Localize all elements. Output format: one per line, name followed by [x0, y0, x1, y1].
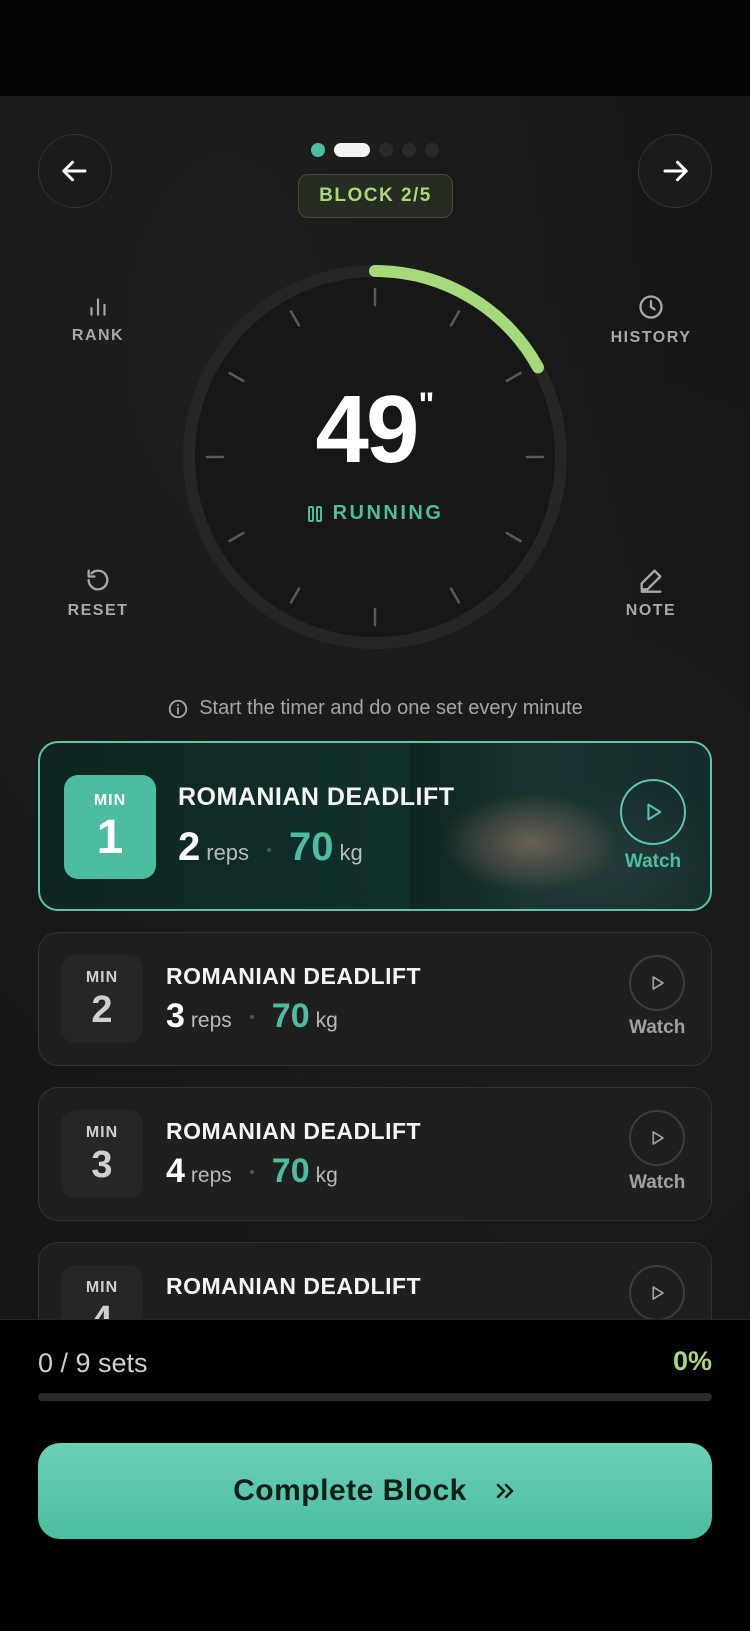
footer: 0 / 9 sets 0% Complete Block	[0, 1319, 750, 1631]
history-label: HISTORY	[610, 329, 692, 346]
minute-label: MIN	[85, 969, 119, 986]
weight-unit: kg	[339, 840, 363, 865]
double-chevron-right-icon	[496, 1483, 514, 1499]
timer-value: 49"	[180, 382, 570, 478]
arrow-left-icon	[62, 160, 87, 182]
minute-number: 2	[91, 989, 113, 1031]
reps-value: 2	[178, 825, 201, 869]
timer-status: RUNNING	[180, 502, 570, 525]
complete-block-label: Complete Block	[233, 1474, 467, 1507]
minute-badge: MIN 1	[64, 775, 156, 879]
exercise-name: ROMANIAN DEADLIFT	[166, 963, 422, 989]
set-card-active[interactable]: MIN 1 ROMANIAN DEADLIFT 2 reps 70 kg Wat…	[38, 741, 712, 911]
weight-value: 70	[271, 1152, 310, 1190]
reps-value: 4	[166, 1152, 185, 1190]
minute-badge: MIN 2	[61, 955, 143, 1043]
pencil-icon	[640, 569, 662, 593]
weight-unit: kg	[315, 1009, 338, 1032]
arrow-right-icon	[663, 160, 688, 182]
reset-icon	[87, 569, 109, 591]
play-button[interactable]	[620, 779, 686, 845]
note-label: NOTE	[625, 602, 677, 619]
reset-label: RESET	[67, 602, 129, 619]
play-icon	[647, 803, 662, 821]
pause-icon	[307, 505, 322, 522]
minute-number: 3	[91, 1144, 113, 1186]
timer-seconds: 49	[315, 376, 420, 483]
progress-percent: 0%	[672, 1346, 712, 1376]
timer-hint-text: Start the timer and do one set every min…	[199, 697, 583, 719]
timer-dial[interactable]: 49" RUNNING	[180, 262, 570, 652]
watch-video-button[interactable]: Watch	[620, 779, 686, 873]
pagination-dot	[402, 143, 416, 157]
exercise-name: ROMANIAN DEADLIFT	[166, 1118, 422, 1144]
set-stats: 2 reps 70 kg	[178, 825, 363, 870]
minute-label: MIN	[85, 1124, 119, 1141]
pagination-dot	[334, 143, 370, 157]
watch-video-button[interactable]	[629, 1265, 685, 1321]
bar-chart-icon	[90, 298, 106, 316]
history-button[interactable]: HISTORY	[596, 293, 706, 347]
reps-unit: reps	[206, 840, 250, 865]
minute-badge: MIN 3	[61, 1110, 143, 1198]
reps-value: 3	[166, 997, 185, 1035]
reps-unit: reps	[190, 1009, 232, 1032]
play-button[interactable]	[629, 1110, 686, 1166]
timer-hint: Start the timer and do one set every min…	[0, 697, 750, 720]
progress-bar	[38, 1393, 712, 1401]
set-stats: 3 reps 70 kg	[166, 997, 338, 1036]
play-icon	[652, 1286, 664, 1300]
reset-button[interactable]: RESET	[43, 566, 153, 620]
watch-video-button[interactable]: Watch	[629, 955, 685, 1039]
watch-label: Watch	[629, 1172, 686, 1193]
play-button[interactable]	[629, 1265, 685, 1321]
rank-label: RANK	[71, 327, 125, 344]
weight-value: 70	[289, 825, 334, 869]
minute-number: 1	[96, 811, 124, 864]
clock-icon	[639, 295, 663, 319]
set-stats: 4 reps 70 kg	[166, 1152, 338, 1191]
pagination-dot	[311, 143, 325, 157]
minute-label: MIN	[93, 792, 127, 809]
timer-unit: "	[418, 386, 435, 424]
info-icon	[169, 699, 188, 718]
watch-video-button[interactable]: Watch	[629, 1110, 685, 1194]
play-button[interactable]	[629, 955, 686, 1011]
status-bar	[0, 0, 750, 96]
rank-button[interactable]: RANK	[43, 293, 153, 345]
block-badge: BLOCK 2/5	[298, 174, 453, 218]
block-pagination-dots	[0, 143, 750, 157]
timer-status-label: RUNNING	[332, 502, 444, 524]
exercise-name: ROMANIAN DEADLIFT	[166, 1273, 422, 1299]
separator-dot	[249, 1015, 254, 1019]
weight-unit: kg	[315, 1164, 338, 1187]
pagination-dot	[379, 143, 393, 157]
exercise-name: ROMANIAN DEADLIFT	[178, 783, 455, 811]
weight-value: 70	[271, 997, 310, 1035]
set-card[interactable]: MIN 2 ROMANIAN DEADLIFT 3 reps 70 kg Wat…	[38, 932, 712, 1066]
pagination-dot	[425, 143, 439, 157]
watch-label: Watch	[624, 851, 682, 872]
separator-dot	[249, 1170, 254, 1174]
set-card[interactable]: MIN 3 ROMANIAN DEADLIFT 4 reps 70 kg Wat…	[38, 1087, 712, 1221]
minute-label: MIN	[85, 1279, 119, 1296]
separator-dot	[267, 848, 272, 852]
watch-label: Watch	[629, 1017, 686, 1038]
note-button[interactable]: NOTE	[596, 566, 706, 620]
play-icon	[652, 1131, 664, 1145]
reps-unit: reps	[190, 1164, 232, 1187]
sets-count: 0 / 9 sets	[38, 1348, 148, 1378]
play-icon	[652, 976, 664, 990]
complete-block-button[interactable]: Complete Block	[38, 1443, 712, 1539]
